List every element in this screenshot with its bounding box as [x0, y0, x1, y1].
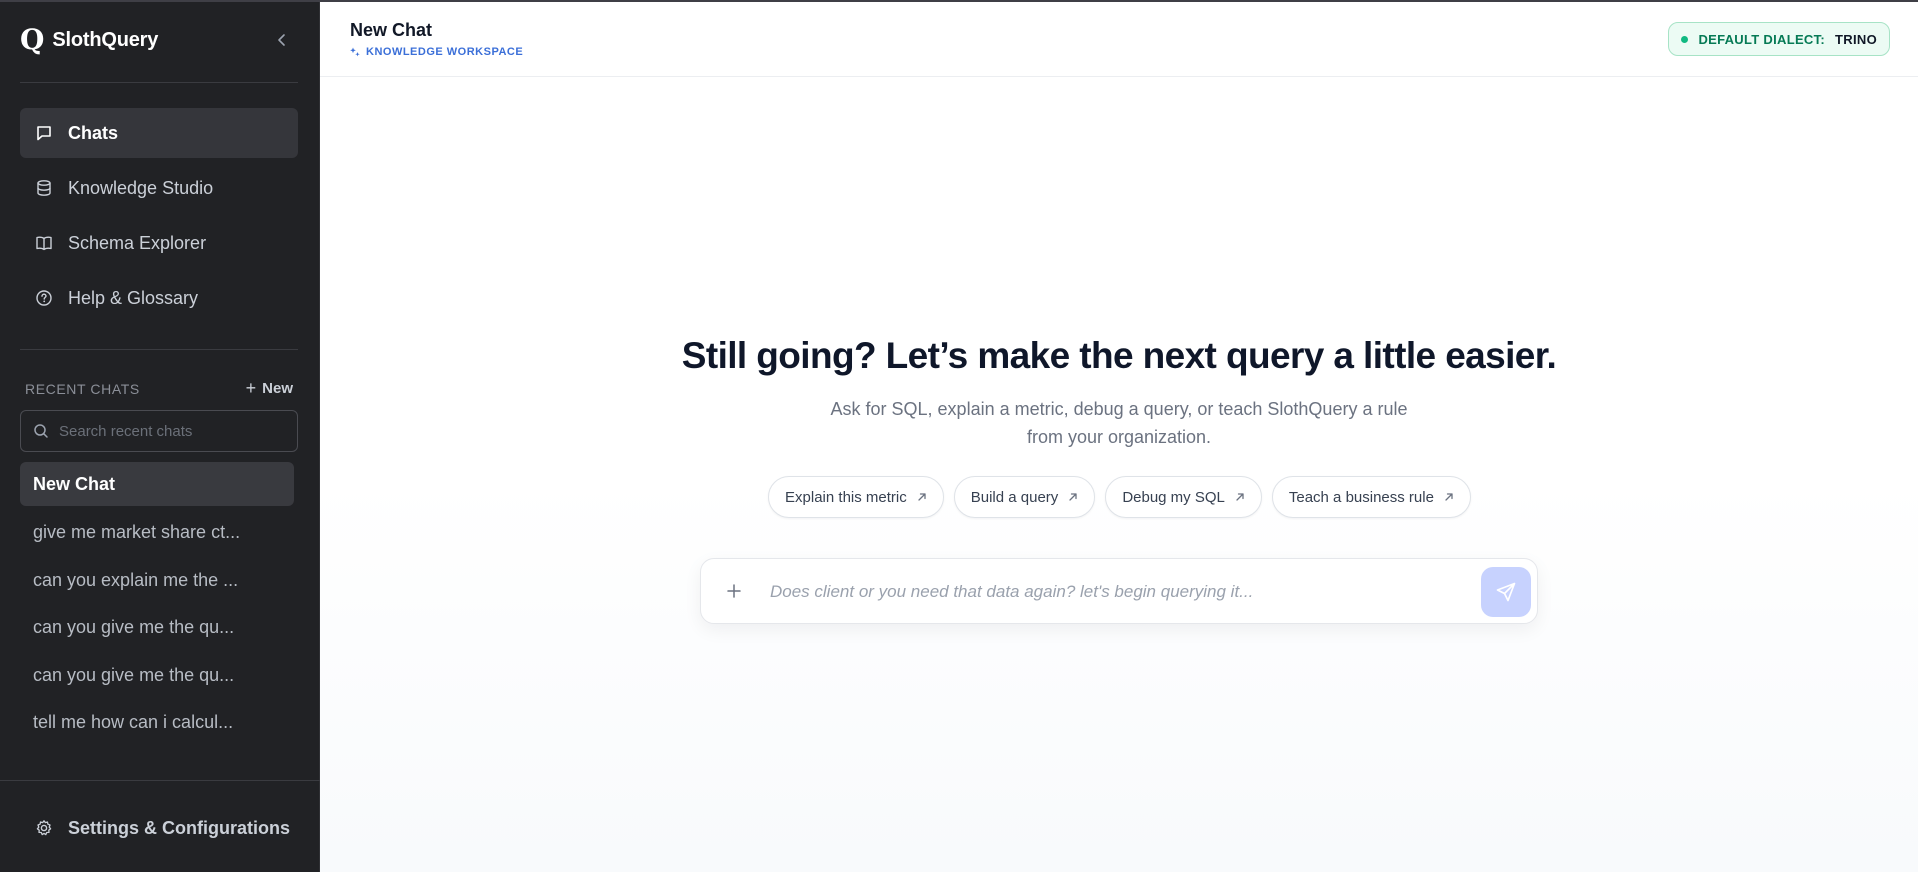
recent-chat-item[interactable]: can you give me the qu...	[20, 653, 294, 697]
send-icon	[1496, 582, 1516, 602]
new-chat-button[interactable]: + New	[246, 378, 293, 399]
chat-bubble-icon	[34, 123, 54, 143]
collapse-sidebar-button[interactable]	[268, 28, 296, 52]
chip-label: Teach a business rule	[1288, 488, 1434, 506]
hero-title: Still going? Let’s make the next query a…	[681, 335, 1557, 376]
arrow-up-right-icon	[1068, 492, 1078, 502]
help-circle-icon	[34, 288, 54, 308]
sidebar: Q SlothQuery Chats Knowledge Studio Sche…	[0, 0, 320, 872]
arrow-up-right-icon	[917, 492, 927, 502]
arrow-up-right-icon	[1444, 492, 1454, 502]
sidebar-item-help-glossary[interactable]: Help & Glossary	[20, 273, 298, 323]
suggestion-chip-teach-rule[interactable]: Teach a business rule	[1271, 476, 1471, 518]
send-button[interactable]	[1481, 567, 1531, 617]
window-top-border	[0, 0, 1918, 2]
database-icon	[34, 178, 54, 198]
sidebar-item-chats[interactable]: Chats	[20, 108, 298, 158]
search-input[interactable]	[59, 422, 289, 440]
sparkles-icon	[350, 47, 360, 56]
recent-chat-item[interactable]: tell me how can i calcul...	[20, 700, 294, 744]
suggestion-chip-build-query[interactable]: Build a query	[953, 476, 1096, 518]
sidebar-divider	[20, 349, 298, 350]
chip-label: Debug my SQL	[1122, 488, 1225, 506]
recent-chat-item[interactable]: New Chat	[20, 462, 294, 506]
sidebar-item-knowledge-studio[interactable]: Knowledge Studio	[20, 163, 298, 213]
dialect-badge[interactable]: DEFAULT DIALECT: TRINO	[1668, 22, 1890, 56]
knowledge-workspace-link[interactable]: KNOWLEDGE WORKSPACE	[350, 46, 523, 58]
chat-input[interactable]	[770, 573, 1460, 611]
new-chat-label: New	[262, 380, 293, 397]
recent-chat-item[interactable]: can you explain me the ...	[20, 558, 294, 602]
chat-header: New Chat KNOWLEDGE WORKSPACE DEFAULT DIA…	[320, 0, 1918, 77]
dialect-label: DEFAULT DIALECT:	[1698, 31, 1826, 47]
status-dot-icon	[1681, 35, 1689, 43]
recent-chat-item[interactable]: give me market share ct...	[20, 510, 294, 554]
suggestion-chips: Explain this metric Build a query Debug …	[320, 476, 1918, 518]
arrow-up-right-icon	[1235, 492, 1245, 502]
sidebar-item-label: Schema Explorer	[68, 232, 207, 253]
settings-label: Settings & Configurations	[68, 817, 290, 838]
workspace-label: KNOWLEDGE WORKSPACE	[366, 46, 524, 58]
recent-chats-search	[20, 410, 298, 452]
sidebar-divider	[0, 780, 320, 781]
plus-icon	[727, 584, 741, 598]
hero-subtitle: Ask for SQL, explain a metric, debug a q…	[830, 399, 1408, 447]
chip-label: Explain this metric	[785, 488, 907, 506]
settings-button[interactable]: Settings & Configurations	[20, 808, 290, 848]
sidebar-item-schema-explorer[interactable]: Schema Explorer	[20, 218, 298, 268]
suggestion-chip-debug-sql[interactable]: Debug my SQL	[1105, 476, 1262, 518]
recent-chats-title: RECENT CHATS	[25, 380, 140, 397]
sidebar-item-label: Help & Glossary	[68, 287, 199, 308]
main-panel: New Chat KNOWLEDGE WORKSPACE DEFAULT DIA…	[320, 0, 1918, 872]
recent-chats-header: RECENT CHATS + New	[25, 378, 293, 399]
page-title: New Chat	[350, 20, 433, 40]
dialect-value: TRINO	[1835, 31, 1877, 47]
recent-chat-item[interactable]: can you give me the qu...	[20, 605, 294, 649]
plus-icon: +	[245, 378, 257, 398]
logo-icon: Q	[20, 23, 45, 56]
attach-button[interactable]	[719, 576, 749, 606]
app-name: SlothQuery	[52, 28, 159, 51]
sidebar-divider	[20, 82, 298, 83]
sidebar-item-label: Knowledge Studio	[68, 177, 214, 198]
chat-composer	[700, 558, 1538, 624]
sidebar-item-label: Chats	[68, 122, 119, 143]
gear-icon	[34, 818, 54, 838]
chevron-left-icon	[278, 34, 285, 46]
chip-label: Build a query	[970, 488, 1059, 506]
book-icon	[34, 233, 54, 253]
suggestion-chip-explain-metric[interactable]: Explain this metric	[768, 476, 944, 518]
search-icon	[34, 424, 48, 438]
brand[interactable]: Q SlothQuery	[20, 24, 158, 56]
